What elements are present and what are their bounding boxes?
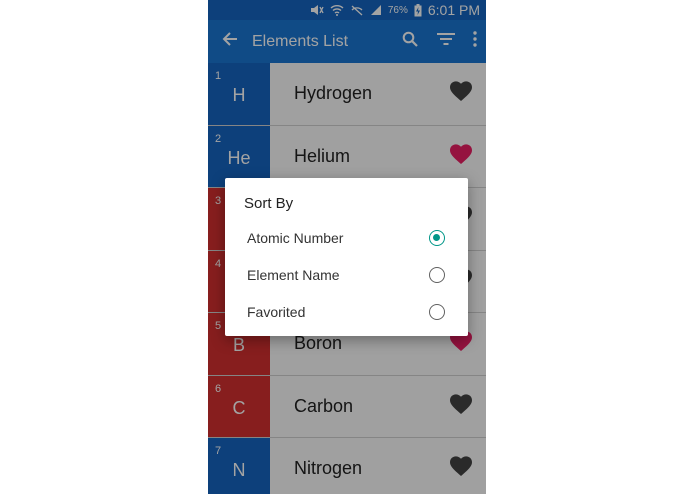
option-label: Favorited <box>247 303 306 320</box>
dialog-title: Sort By <box>244 195 294 212</box>
radio-button[interactable] <box>429 229 445 246</box>
option-label: Element Name <box>247 266 340 283</box>
option-label: Atomic Number <box>247 229 344 246</box>
sort-option-element-name[interactable]: Element Name <box>225 256 468 293</box>
radio-button[interactable] <box>429 266 445 283</box>
sort-dialog: Sort By Atomic Number Element Name Favor… <box>225 178 468 336</box>
sort-option-atomic-number[interactable]: Atomic Number <box>225 219 468 256</box>
sort-option-favorited[interactable]: Favorited <box>225 293 468 330</box>
radio-button[interactable] <box>429 303 445 320</box>
